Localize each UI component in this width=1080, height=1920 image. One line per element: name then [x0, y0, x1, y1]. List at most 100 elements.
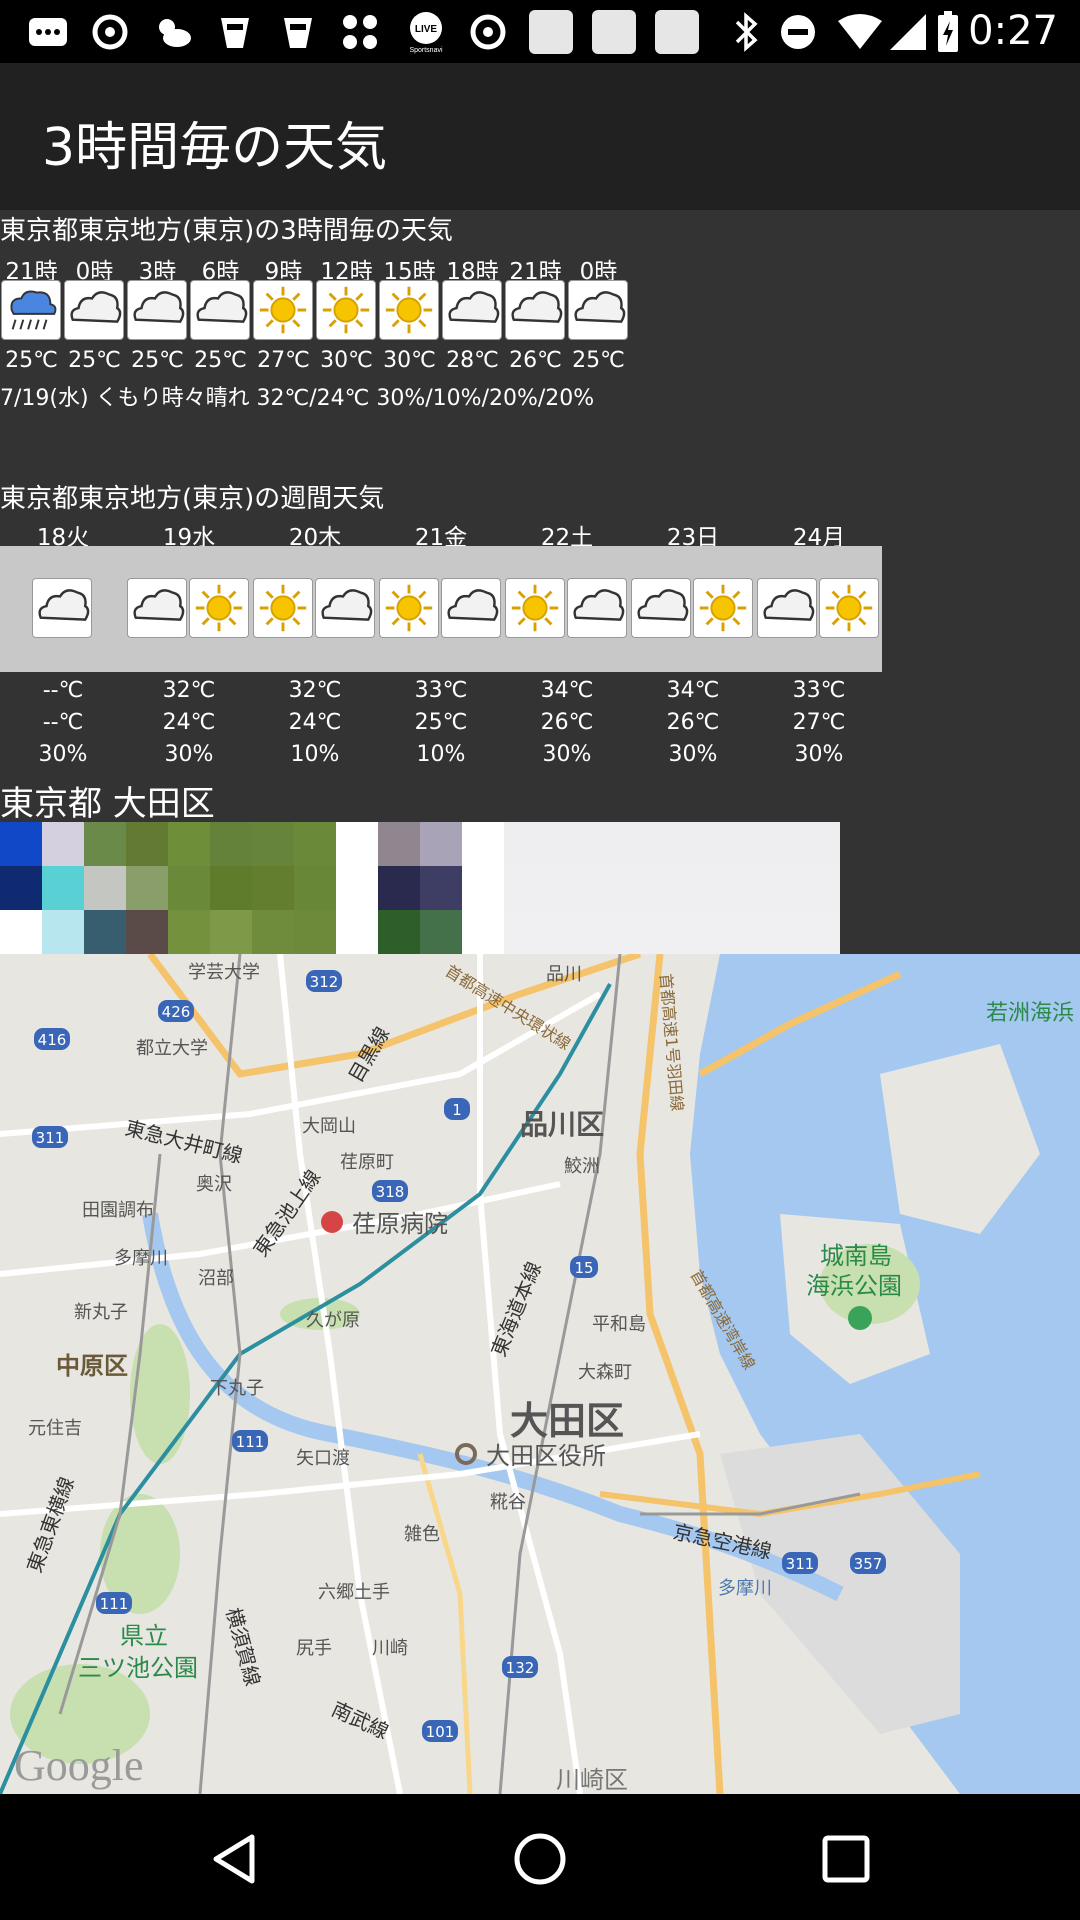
map-label-yaguchi: 矢口渡	[296, 1448, 350, 1469]
week-high: 33℃	[414, 678, 468, 703]
cloudy-weather-icon	[757, 578, 817, 638]
search-icon	[90, 12, 130, 52]
map-label-samezu: 鮫洲	[564, 1156, 600, 1177]
week-pop: 30%	[164, 742, 214, 767]
week-pop: 10%	[416, 742, 466, 767]
radar-thumbnail[interactable]	[0, 822, 840, 954]
wifi-icon	[836, 12, 884, 52]
route-shield: 111	[236, 1433, 265, 1451]
cloudy-weather-icon	[505, 280, 565, 340]
route-shield: 311	[786, 1555, 815, 1573]
map-label-kawasaki-st: 川崎	[372, 1638, 408, 1659]
map-label-ookayama: 大岡山	[302, 1116, 356, 1137]
route-shield: 318	[376, 1183, 405, 1201]
search-icon	[468, 12, 508, 52]
map-label-ota: 大田区	[510, 1399, 624, 1443]
map-label-kojiya: 糀谷	[490, 1492, 526, 1513]
svg-text:LIVE: LIVE	[415, 24, 438, 35]
route-shield: 312	[310, 973, 339, 991]
map-label-okusawa: 奥沢	[196, 1174, 232, 1195]
sunny-weather-icon	[316, 280, 376, 340]
week-high: --℃	[42, 678, 84, 703]
hour-temp: 25℃	[68, 348, 121, 373]
week-high: 32℃	[288, 678, 342, 703]
weather-content[interactable]: 東京都東京地方(東京)の3時間毎の天気 21時 0時 3時 6時 9時 12時 …	[0, 210, 1080, 1794]
blank-square-icon	[591, 10, 637, 54]
week-low: --℃	[42, 710, 84, 735]
route-shield: 357	[854, 1555, 883, 1573]
cup-icon	[215, 12, 255, 52]
week-high: 33℃	[792, 678, 846, 703]
hour-temp: 30℃	[320, 348, 373, 373]
hour-temp: 27℃	[257, 348, 310, 373]
cloudy-weather-icon	[190, 280, 250, 340]
google-logo: Google	[14, 1741, 144, 1790]
route-shield: 132	[506, 1659, 535, 1677]
blank-square-icon	[528, 10, 574, 54]
weekly-section-title: 東京都東京地方(東京)の週間天気	[0, 484, 385, 514]
map-label-yokosuka: 横須賀線	[221, 1605, 265, 1688]
sunny-weather-icon	[379, 578, 439, 638]
cloudy-weather-icon	[127, 280, 187, 340]
week-low: 26℃	[540, 710, 594, 735]
cloudy-weather-icon	[442, 280, 502, 340]
week-pop: 30%	[794, 742, 844, 767]
cloudy-weather-icon	[315, 578, 375, 638]
hour-temp: 30℃	[383, 348, 436, 373]
bluetooth-icon	[726, 12, 766, 52]
location-name: 東京都 大田区	[0, 784, 215, 824]
hour-temp: 25℃	[572, 348, 625, 373]
dnd-icon	[778, 12, 818, 52]
map-label-shiriate: 尻手	[296, 1638, 332, 1659]
map-label-jonanjima: 城南島	[820, 1242, 892, 1270]
week-high: 34℃	[666, 678, 720, 703]
sunny-weather-icon	[189, 578, 249, 638]
sunny-weather-icon	[819, 578, 879, 638]
map-label-tamagawa: 多摩川	[114, 1248, 168, 1269]
map-label-ota-office: 大田区役所	[486, 1442, 606, 1470]
recents-button[interactable]	[816, 1829, 876, 1889]
cloudy-weather-icon	[32, 578, 92, 638]
battery-icon	[933, 11, 963, 52]
map-label-tamagawa-river: 多摩川	[718, 1578, 772, 1599]
map-label-gakugei: 学芸大学	[188, 962, 260, 983]
map-label-wakasu: 若洲海浜	[986, 1001, 1074, 1026]
route-shield: 101	[426, 1723, 455, 1741]
signal-icon	[888, 12, 928, 52]
hourly-section-title: 東京都東京地方(東京)の3時間毎の天気	[0, 216, 453, 246]
week-low: 24℃	[162, 710, 216, 735]
hour-temp: 25℃	[5, 348, 58, 373]
cloudy-weather-icon	[441, 578, 501, 638]
map-label-toritsu: 都立大学	[136, 1038, 208, 1059]
map-label-kaihin: 海浜公園	[806, 1272, 902, 1300]
svg-text:Sportsnavi: Sportsnavi	[409, 47, 443, 54]
hour-temp: 28℃	[446, 348, 499, 373]
week-pop: 10%	[290, 742, 340, 767]
cloudy-weather-icon	[631, 578, 691, 638]
sunny-weather-icon	[505, 578, 565, 638]
route-shield: 111	[100, 1595, 129, 1613]
map-label-mitsuike: 三ツ池公園	[78, 1654, 198, 1682]
back-button[interactable]	[206, 1829, 266, 1889]
sunny-weather-icon	[693, 578, 753, 638]
route-shield: 426	[162, 1003, 191, 1021]
cloudy-weather-icon	[568, 280, 628, 340]
map-view[interactable]: 品川区 大田区 大田区役所 荏原病院 城南島 海浜公園 若洲海浜 中原区 県立 …	[0, 954, 1080, 1794]
hourly-summary: 7/19(水) くもり時々晴れ 32℃/24℃ 30%/10%/20%/20%	[0, 386, 595, 411]
route-shield: 416	[38, 1031, 67, 1049]
map-label-tokaido: 東海道本線	[486, 1258, 546, 1360]
map-label-toyoko: 東急東横線	[22, 1474, 79, 1576]
week-pop: 30%	[38, 742, 88, 767]
home-button[interactable]	[510, 1829, 570, 1889]
week-low: 25℃	[414, 710, 468, 735]
weather-icon	[153, 12, 193, 52]
map-label-nakahara: 中原区	[56, 1352, 128, 1380]
cloudy-weather-icon	[64, 280, 124, 340]
route-shield: 15	[574, 1259, 593, 1277]
map-label-heiwajima: 平和島	[592, 1314, 646, 1335]
map-label-motosumiyoshi: 元住吉	[28, 1418, 82, 1439]
map-label-shimomaruko: 下丸子	[210, 1378, 264, 1399]
cloudy-weather-icon	[127, 578, 187, 638]
week-high: 34℃	[540, 678, 594, 703]
map-label-numabe: 沼部	[198, 1268, 234, 1289]
